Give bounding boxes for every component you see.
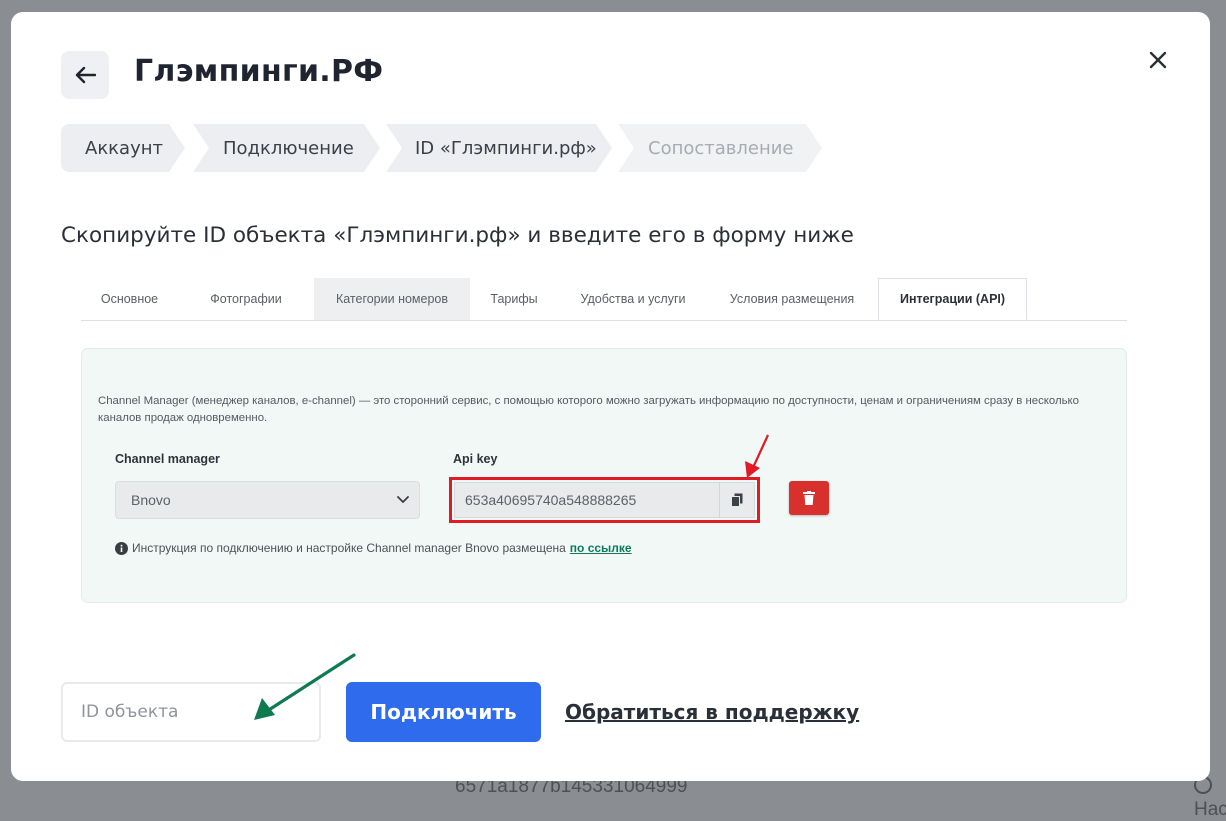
tab-photos[interactable]: Фотографии (183, 278, 309, 320)
tab-basic[interactable]: Основное (81, 278, 178, 320)
copy-button[interactable] (719, 483, 754, 517)
tab-rates[interactable]: Тарифы (472, 278, 556, 320)
api-key-field[interactable]: 653a40695740a548888265 (454, 482, 755, 518)
channel-manager-description: Channel Manager (менеджер каналов, e-cha… (98, 395, 1080, 424)
step-mapping[interactable]: Сопоставление (618, 124, 822, 172)
integration-screenshot: Основное Фотографии Категории номеров Та… (61, 272, 1160, 645)
tab-room-categories[interactable]: Категории номеров (314, 278, 470, 320)
tab-integrations[interactable]: Интеграции (API) (878, 278, 1027, 320)
instruction-note: Инструкция по подключению и настройке Ch… (115, 541, 632, 555)
connect-modal: Глэмпинги.РФ Аккаунт Подключение ID «Глэ… (11, 12, 1210, 781)
modal-title: Глэмпинги.РФ (134, 54, 384, 89)
tab-amenities[interactable]: Удобства и услуги (559, 278, 707, 320)
tab-conditions[interactable]: Условия размещения (709, 278, 875, 320)
close-icon (1149, 51, 1167, 69)
info-icon (115, 541, 128, 555)
delete-button[interactable] (789, 481, 829, 515)
instruction-text: Скопируйте ID объекта «Глэмпинги.рф» и в… (61, 223, 854, 248)
channel-manager-select[interactable]: Bnovo (115, 481, 420, 519)
chevron-down-icon (397, 496, 409, 504)
api-key-label: Api key (453, 452, 498, 466)
integration-panel: Channel Manager (менеджер каналов, e-cha… (81, 348, 1127, 603)
note-link[interactable]: по ссылке (570, 541, 632, 555)
copy-icon (731, 493, 743, 507)
connect-button[interactable]: Подключить (346, 682, 541, 742)
arrow-left-icon (75, 66, 96, 84)
background-right-item: Нас (1194, 776, 1226, 821)
channel-manager-label: Channel manager (115, 452, 220, 466)
step-account[interactable]: Аккаунт (61, 124, 185, 172)
step-id[interactable]: ID «Глэмпинги.рф» (386, 124, 612, 172)
close-button[interactable] (1144, 46, 1172, 74)
support-link[interactable]: Обратиться в поддержку (565, 700, 859, 724)
back-button[interactable] (61, 51, 109, 99)
trash-icon (803, 491, 815, 505)
settings-tabs: Основное Фотографии Категории номеров Та… (81, 278, 1127, 321)
api-key-highlight: 653a40695740a548888265 (449, 477, 760, 523)
step-connection[interactable]: Подключение (193, 124, 380, 172)
object-id-input[interactable] (61, 682, 321, 742)
